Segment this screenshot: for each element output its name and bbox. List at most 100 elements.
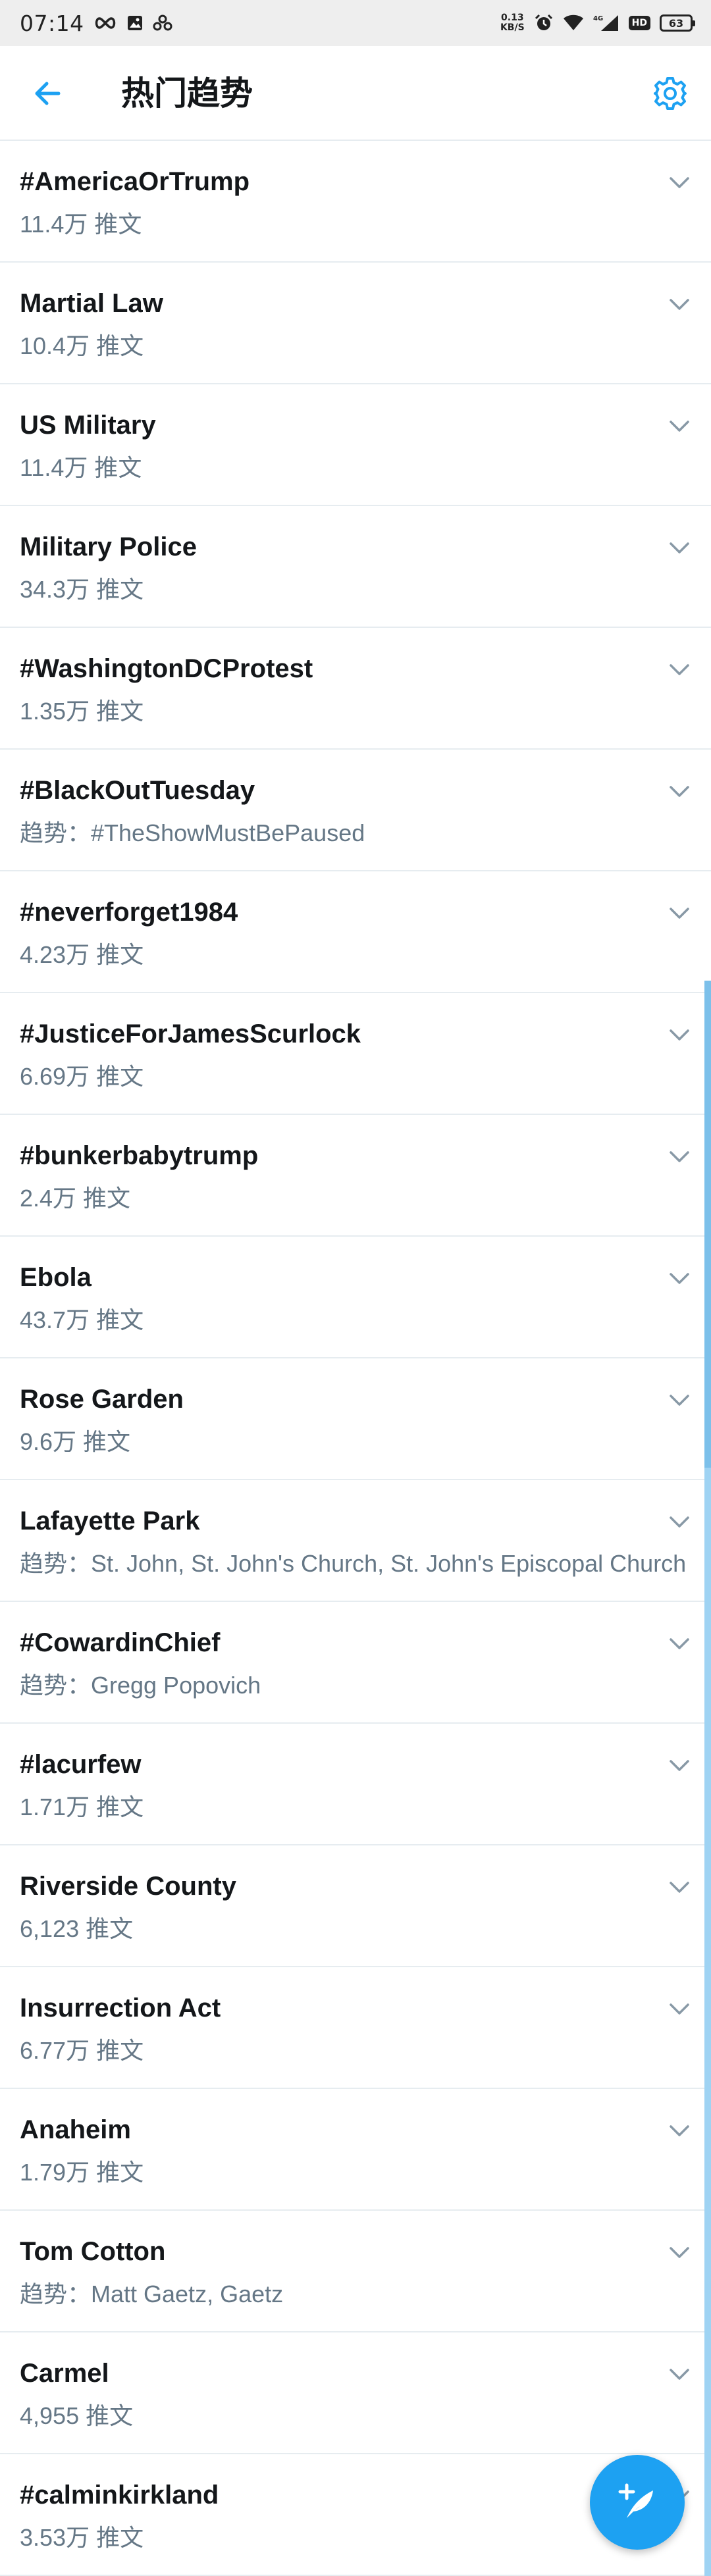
trend-item[interactable]: Tom Cotton 趋势：Matt Gaetz, Gaetz <box>0 2211 711 2332</box>
page-title: 热门趋势 <box>121 74 253 113</box>
trend-item[interactable]: #JusticeForJamesScurlock 6.69万 推文 <box>0 993 711 1115</box>
trend-meta: 9.6万 推文 <box>20 1428 131 1455</box>
trend-item[interactable]: Ebola 43.7万 推文 <box>0 1237 711 1358</box>
status-time: 07:14 <box>20 10 84 36</box>
compose-tweet-button[interactable] <box>590 2455 685 2550</box>
trend-name: Insurrection Act <box>20 1994 221 2022</box>
trend-name: #lacurfew <box>20 1750 142 1779</box>
hd-badge: HD <box>628 16 650 30</box>
svg-text:4G: 4G <box>593 15 603 22</box>
back-button[interactable] <box>26 72 68 115</box>
network-speed-unit: KB/S <box>500 22 525 33</box>
trend-name: #BlackOutTuesday <box>20 776 255 805</box>
trend-item[interactable]: #CowardinChief 趋势：Gregg Popovich <box>0 1602 711 1724</box>
trend-name: Tom Cotton <box>20 2237 166 2266</box>
trend-meta: 6.69万 推文 <box>20 1063 144 1090</box>
infinity-icon <box>93 16 117 30</box>
trend-name: #AmericaOrTrump <box>20 167 250 196</box>
trend-item[interactable]: Lafayette Park 趋势：St. John, St. John's C… <box>0 1480 711 1602</box>
trend-name: US Military <box>20 411 156 440</box>
trend-name: Anaheim <box>20 2115 131 2144</box>
trend-item[interactable]: #BlackOutTuesday 趋势：#TheShowMustBePaused <box>0 750 711 871</box>
trend-meta: 11.4万 推文 <box>20 454 142 481</box>
trend-meta: 43.7万 推文 <box>20 1306 144 1333</box>
compose-tweet-icon <box>618 2483 653 2518</box>
chevron-down-icon[interactable] <box>665 1995 694 2024</box>
chevron-down-icon[interactable] <box>665 1386 694 1415</box>
trend-item[interactable]: Riverside County 6,123 推文 <box>0 1845 711 1967</box>
trend-name: #bunkerbabytrump <box>20 1141 259 1170</box>
trend-meta: 趋势：Matt Gaetz, Gaetz <box>20 2280 284 2307</box>
chevron-down-icon[interactable] <box>665 1630 694 1659</box>
trend-name: Martial Law <box>20 289 163 318</box>
chevron-down-icon[interactable] <box>665 168 694 197</box>
chevron-down-icon[interactable] <box>665 534 694 563</box>
settings-button[interactable] <box>649 72 691 115</box>
trend-meta: 1.79万 推文 <box>20 2159 144 2186</box>
trend-meta: 2.4万 推文 <box>20 1185 131 1212</box>
trend-meta: 1.71万 推文 <box>20 1793 144 1820</box>
trend-meta: 趋势：St. John, St. John's Church, St. John… <box>20 1550 687 1577</box>
scrollbar-thumb[interactable] <box>704 981 711 1468</box>
trend-name: #WashingtonDCProtest <box>20 654 313 683</box>
trend-meta: 34.3万 推文 <box>20 576 144 603</box>
trend-meta: 3.53万 推文 <box>20 2524 144 2551</box>
trend-item[interactable]: #AmericaOrTrump 11.4万 推文 <box>0 141 711 263</box>
trend-meta: 趋势：#TheShowMustBePaused <box>20 819 365 846</box>
network-speed: 0.13 KB/S <box>500 13 525 33</box>
chevron-down-icon[interactable] <box>665 656 694 684</box>
chevron-down-icon[interactable] <box>665 290 694 319</box>
trend-item[interactable]: #lacurfew 1.71万 推文 <box>0 1724 711 1845</box>
status-left: 07:14 <box>20 11 172 36</box>
trend-name: Carmel <box>20 2359 109 2388</box>
trend-item[interactable]: Rose Garden 9.6万 推文 <box>0 1358 711 1480</box>
app-notification-icon <box>153 14 172 32</box>
chevron-down-icon[interactable] <box>665 1751 694 1780</box>
chevron-down-icon[interactable] <box>665 1508 694 1537</box>
battery-level: 63 <box>668 16 684 30</box>
status-right: 0.13 KB/S 4G HD 63 <box>500 13 695 33</box>
chevron-down-icon[interactable] <box>665 1873 694 1902</box>
trend-item[interactable]: Military Police 34.3万 推文 <box>0 506 711 628</box>
trend-name: Military Police <box>20 532 197 561</box>
arrow-left-icon <box>35 82 61 105</box>
trend-name: Riverside County <box>20 1872 236 1901</box>
chevron-down-icon[interactable] <box>665 2360 694 2389</box>
trend-item[interactable]: #WashingtonDCProtest 1.35万 推文 <box>0 628 711 750</box>
trend-item[interactable]: Martial Law 10.4万 推文 <box>0 263 711 384</box>
trend-meta: 10.4万 推文 <box>20 332 144 359</box>
status-bar: 07:14 0.13 KB/S 4G HD 63 <box>0 0 711 46</box>
chevron-down-icon[interactable] <box>665 1264 694 1293</box>
image-notification-icon <box>126 14 144 32</box>
chevron-down-icon[interactable] <box>665 2238 694 2267</box>
trend-item[interactable]: Anaheim 1.79万 推文 <box>0 2089 711 2211</box>
trend-item[interactable]: #neverforget1984 4.23万 推文 <box>0 871 711 993</box>
trend-meta: 4,955 推文 <box>20 2402 134 2429</box>
trend-item[interactable]: US Military 11.4万 推文 <box>0 384 711 506</box>
trend-item[interactable]: #bunkerbabytrump 2.4万 推文 <box>0 1115 711 1237</box>
wifi-icon <box>563 14 584 32</box>
signal-icon: 4G <box>593 14 619 32</box>
chevron-down-icon[interactable] <box>665 777 694 806</box>
trend-list: #AmericaOrTrump 11.4万 推文 Martial Law 10.… <box>0 141 711 2576</box>
trend-name: #JusticeForJamesScurlock <box>20 1019 361 1048</box>
trend-meta: 趋势：Gregg Popovich <box>20 1672 261 1699</box>
trend-name: #CowardinChief <box>20 1628 221 1657</box>
trend-item[interactable]: Carmel 4,955 推文 <box>0 2332 711 2454</box>
trend-meta: 4.23万 推文 <box>20 941 144 968</box>
chevron-down-icon[interactable] <box>665 1021 694 1050</box>
battery-icon: 63 <box>660 14 695 32</box>
trend-meta: 6,123 推文 <box>20 1915 134 1942</box>
network-speed-value: 0.13 <box>501 13 524 23</box>
trend-name: Ebola <box>20 1263 92 1292</box>
chevron-down-icon[interactable] <box>665 2117 694 2146</box>
trend-name: #calminkirkland <box>20 2481 219 2510</box>
trend-item[interactable]: Insurrection Act 6.77万 推文 <box>0 1967 711 2089</box>
trend-meta: 6.77万 推文 <box>20 2037 144 2064</box>
chevron-down-icon[interactable] <box>665 1143 694 1172</box>
app-header: 热门趋势 <box>0 46 711 141</box>
trend-name: Lafayette Park <box>20 1507 200 1535</box>
chevron-down-icon[interactable] <box>665 412 694 441</box>
alarm-icon <box>534 13 554 33</box>
chevron-down-icon[interactable] <box>665 899 694 928</box>
